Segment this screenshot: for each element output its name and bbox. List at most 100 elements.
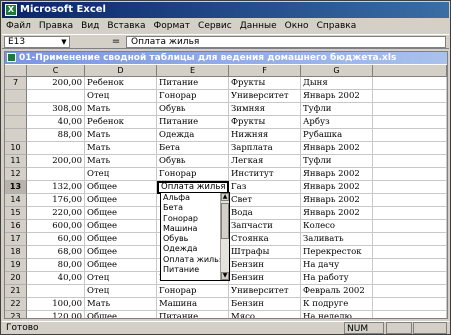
table-cell[interactable]: Январь 2002	[301, 90, 373, 103]
table-cell[interactable]	[373, 155, 447, 168]
row-header[interactable]: 16	[5, 220, 27, 233]
column-header-e[interactable]: E	[157, 65, 229, 77]
scroll-down-icon[interactable]: ▼	[221, 272, 229, 280]
table-cell[interactable]: Зимняя	[229, 103, 301, 116]
table-cell[interactable]: Мать	[85, 142, 157, 155]
scroll-up-icon[interactable]: ▲	[221, 193, 229, 201]
row-header[interactable]: 21	[5, 285, 27, 298]
menu-tools[interactable]: Сервис	[198, 19, 232, 33]
table-cell[interactable]	[373, 90, 447, 103]
table-cell[interactable]: 200,00	[27, 77, 85, 90]
table-cell[interactable]: 80,00	[27, 259, 85, 272]
table-cell[interactable]	[373, 220, 447, 233]
table-cell[interactable]: Туфли	[301, 103, 373, 116]
table-cell[interactable]: Бензин	[229, 272, 301, 285]
table-cell[interactable]: Ребенок	[85, 77, 157, 90]
table-cell[interactable]	[373, 142, 447, 155]
select-all-corner[interactable]	[5, 65, 27, 77]
table-cell[interactable]: Нижняя	[229, 129, 301, 142]
dropdown-option[interactable]: Одежда	[161, 244, 229, 254]
table-cell[interactable]: Общее	[85, 220, 157, 233]
table-cell[interactable]: Бензин	[229, 259, 301, 272]
table-cell[interactable]	[27, 142, 85, 155]
row-header[interactable]: 22	[5, 298, 27, 311]
autocomplete-dropdown[interactable]: Альфа Бета Гонорар Машина Обувь Одежда Оплата …	[160, 192, 230, 281]
table-cell[interactable]	[373, 168, 447, 181]
table-cell[interactable]: Арбуз	[301, 116, 373, 129]
table-cell[interactable]: Общее	[85, 194, 157, 207]
table-cell[interactable]: 600,00	[27, 220, 85, 233]
table-cell[interactable]	[373, 233, 447, 246]
table-cell[interactable]: Мать	[85, 298, 157, 311]
row-header[interactable]: 11	[5, 155, 27, 168]
table-cell[interactable]: Общее	[85, 207, 157, 220]
equals-button[interactable]: =	[110, 36, 122, 48]
column-header-g[interactable]: G	[301, 65, 373, 77]
table-cell[interactable]: Питание	[157, 77, 229, 90]
table-cell[interactable]: Отец	[85, 168, 157, 181]
table-cell[interactable]: 88,00	[27, 129, 85, 142]
table-cell[interactable]: Институт	[229, 168, 301, 181]
column-header-d[interactable]: D	[85, 65, 157, 77]
dropdown-option[interactable]: Питание	[161, 265, 229, 275]
table-cell[interactable]: Гонорар	[157, 168, 229, 181]
table-cell[interactable]	[373, 77, 447, 90]
table-cell[interactable]: 200,00	[27, 155, 85, 168]
table-cell[interactable]: Общее	[85, 246, 157, 259]
table-cell[interactable]: Отец	[85, 285, 157, 298]
table-cell[interactable]: 220,00	[27, 207, 85, 220]
table-cell[interactable]: Бензин	[229, 298, 301, 311]
table-cell[interactable]: На неделю	[301, 311, 373, 318]
table-cell[interactable]: Запчасти	[229, 220, 301, 233]
table-cell[interactable]: Легкая	[229, 155, 301, 168]
row-header[interactable]: 23	[5, 311, 27, 318]
table-cell[interactable]: 132,00	[27, 181, 85, 194]
row-header[interactable]: 17	[5, 233, 27, 246]
menu-window[interactable]: Окно	[285, 19, 309, 33]
chevron-down-icon[interactable]: ▼	[60, 38, 68, 46]
table-cell[interactable]: Рубашка	[301, 129, 373, 142]
table-cell[interactable]: Университет	[229, 90, 301, 103]
table-cell[interactable]	[27, 168, 85, 181]
dropdown-option[interactable]: Обувь	[161, 234, 229, 244]
table-cell[interactable]: Питание	[157, 311, 229, 318]
table-cell[interactable]	[373, 246, 447, 259]
dropdown-option[interactable]: Бета	[161, 203, 229, 213]
table-cell[interactable]: Январь 2002	[301, 168, 373, 181]
table-cell[interactable]: Мать	[85, 155, 157, 168]
scroll-thumb[interactable]	[221, 203, 229, 239]
table-cell[interactable]: Обувь	[157, 155, 229, 168]
table-cell[interactable]: Мясо	[229, 311, 301, 318]
table-cell[interactable]	[373, 116, 447, 129]
table-cell[interactable]: Общее	[85, 233, 157, 246]
table-cell[interactable]: 40,00	[27, 272, 85, 285]
table-cell[interactable]: Вода	[229, 207, 301, 220]
formula-input[interactable]: Оплата жилья	[126, 36, 446, 48]
table-cell[interactable]: 60,00	[27, 233, 85, 246]
dropdown-option[interactable]: Оплата жилья	[161, 255, 229, 265]
menu-edit[interactable]: Правка	[39, 19, 73, 33]
dropdown-option[interactable]: Гонорар	[161, 214, 229, 224]
dropdown-scrollbar[interactable]: ▲ ▼	[220, 193, 229, 280]
table-cell[interactable]: 176,00	[27, 194, 85, 207]
table-cell[interactable]: Отец	[85, 272, 157, 285]
table-cell[interactable]: Штрафы	[229, 246, 301, 259]
menu-insert[interactable]: Вставка	[107, 19, 145, 33]
table-cell[interactable]: Отец	[85, 90, 157, 103]
table-cell[interactable]	[27, 90, 85, 103]
table-cell[interactable]: Январь 2002	[301, 181, 373, 194]
table-cell[interactable]: На работу	[301, 272, 373, 285]
table-cell[interactable]: Одежда	[157, 129, 229, 142]
dropdown-option[interactable]: Альфа	[161, 193, 229, 203]
row-header[interactable]: 14	[5, 194, 27, 207]
table-cell[interactable]: Машина	[157, 298, 229, 311]
menu-data[interactable]: Данные	[240, 19, 277, 33]
table-cell[interactable]: Общее	[85, 181, 157, 194]
table-cell[interactable]: На дачу	[301, 259, 373, 272]
table-cell[interactable]: 40,00	[27, 116, 85, 129]
row-header[interactable]	[5, 90, 27, 103]
table-cell[interactable]: Университет	[229, 285, 301, 298]
table-cell[interactable]: 68,00	[27, 246, 85, 259]
column-header-f[interactable]: F	[229, 65, 301, 77]
table-cell[interactable]: Мать	[85, 103, 157, 116]
